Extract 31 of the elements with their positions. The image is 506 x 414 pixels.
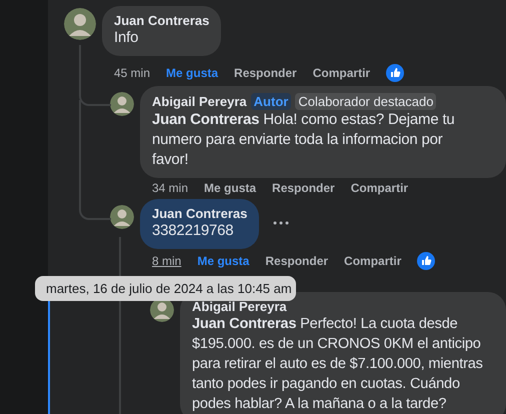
comment-text: Info [114, 28, 140, 48]
timestamp-link[interactable]: 8 min [152, 254, 182, 268]
share-link[interactable]: Compartir [344, 254, 402, 268]
author-name[interactable]: Juan Contreras [152, 206, 248, 221]
share-link[interactable]: Compartir [350, 181, 408, 195]
avatar[interactable] [110, 92, 134, 116]
timestamp-link[interactable]: 45 min [114, 66, 150, 80]
more-icon[interactable] [273, 221, 290, 225]
reply-link[interactable]: Responder [265, 254, 328, 268]
mention-link[interactable]: Juan Contreras [192, 316, 296, 332]
author-name[interactable]: Juan Contreras [114, 13, 210, 28]
date-tooltip: martes, 16 de julio de 2024 a las 10:45 am [35, 276, 296, 301]
badge: Autor [250, 93, 292, 110]
mention-link[interactable]: Juan Contreras [152, 111, 260, 128]
comment-text: Juan Contreras Hola! como estas? Dejame tu numero para enviarte toda la informacion por favor! [152, 110, 456, 170]
timestamp-link[interactable]: 34 min [152, 181, 188, 195]
author-name[interactable]: Abigail Pereyra [152, 94, 247, 109]
avatar[interactable] [110, 205, 134, 229]
comment-text: 3382219768 [152, 221, 234, 241]
reply-link[interactable]: Responder [272, 181, 335, 195]
like-link[interactable]: Me gusta [204, 181, 256, 195]
like-link[interactable]: Me gusta [197, 254, 250, 268]
reply-link[interactable]: Responder [234, 66, 297, 80]
badge: Colaborador destacado [295, 93, 436, 110]
comment-text: Juan Contreras Perfecto! La cuota desde $195.000. es de un CRONOS 0KM el anticipo para retirar el auto es de $7.100.000, mientras tanto podes ir pagando en cuotas. Cuándo podes hablar? A la mañana o a la tarde? [192, 315, 484, 414]
avatar[interactable] [64, 8, 96, 40]
thumbs-up-icon[interactable] [386, 64, 404, 82]
share-link[interactable]: Compartir [312, 66, 370, 80]
like-link[interactable]: Me gusta [166, 66, 218, 80]
thumbs-up-icon[interactable] [417, 252, 436, 270]
author-name[interactable]: Abigail Pereyra [192, 299, 287, 314]
